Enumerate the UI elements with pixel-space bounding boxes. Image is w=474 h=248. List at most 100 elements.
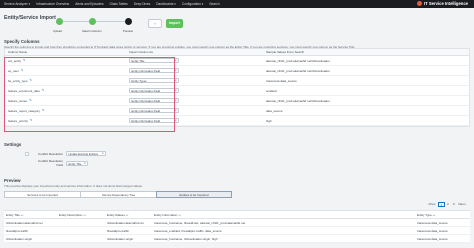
tab-entities-imported[interactable]: Entities to be Imported <box>156 191 232 198</box>
nav-infrastructure-overview[interactable]: Infrastructure Overview <box>36 2 69 6</box>
nav-glass-tables[interactable]: Glass Tables <box>110 2 128 6</box>
pencil-icon[interactable]: ✎ <box>30 78 33 82</box>
tab-services-imported[interactable]: Services to be Imported <box>4 191 80 198</box>
step-preview-dot <box>125 18 132 25</box>
pager-page-1[interactable]: 1 <box>437 202 445 207</box>
header-spacer <box>205 211 415 218</box>
chevron-down-icon: ▾ <box>175 89 177 92</box>
pager-prev[interactable]: ‹ Prev <box>426 202 437 207</box>
pager-page-3[interactable]: 3 <box>451 202 456 207</box>
header-entity-title[interactable]: Entity Title▴▾ <box>4 211 57 218</box>
brand-logo-icon <box>417 1 422 6</box>
column-name: feature_enrolment_date <box>8 88 40 93</box>
conflict-field-select[interactable]: Entity Title ▾ <box>66 160 88 166</box>
conflict-resolution-select[interactable]: Update Existing Entities ▾ <box>66 151 106 156</box>
column-name: ent_entity <box>8 58 22 63</box>
wizard-steps: Upload Select Columns Preview <box>53 16 139 36</box>
nav-configuration[interactable]: Configuration ▾ <box>182 2 203 6</box>
import-as-select[interactable]: Entity Information Field ▾ <box>129 68 179 73</box>
header-import-as: Import Column As <box>129 49 153 54</box>
table-row: feature_priority ✎ Entity Information Fie… <box>5 116 469 126</box>
pencil-icon[interactable]: ✎ <box>23 58 26 62</box>
sort-icon: ▴▾ <box>125 214 129 217</box>
chevron-down-icon: ▾ <box>175 59 177 62</box>
import-as-value: Entity Types <box>131 79 147 83</box>
tab-service-dependency-tree[interactable]: Service Dependency Tree <box>80 191 156 198</box>
import-as-value: Entity Information Field <box>131 109 161 113</box>
brand: IT Service Intelligence <box>417 1 468 6</box>
entity-information: traceroute_hostname, firewall-dst, akama… <box>154 221 246 225</box>
entity-title: cfdownloader.akamaihd.net <box>6 221 43 225</box>
entity-aliases: firewallpro-traffic <box>107 229 129 233</box>
conflict-resolution-value: Update Existing Entities <box>68 152 99 156</box>
columns-table: Column Name Import Column As Sample Valu… <box>4 48 470 127</box>
entity-type: traceroute:data_source <box>417 229 448 233</box>
entity-type: traceroute:data_source <box>417 221 448 225</box>
sample-value: akamai_cfn01_prod.akamaihd.net/cfdownloa… <box>266 59 330 63</box>
table-row: feature_report_category ✎ Entity Informat… <box>5 106 469 116</box>
import-as-value: Entity Information Field <box>131 69 161 73</box>
conflict-resolution-checkbox[interactable] <box>25 151 29 156</box>
import-button[interactable]: Import <box>166 19 183 28</box>
import-as-value: Entity Information Field <box>131 119 161 123</box>
specify-columns-title: Specify Columns <box>4 39 40 44</box>
pencil-icon[interactable]: ✎ <box>29 98 32 102</box>
entity-title: firewallpro-traffic <box>6 229 28 233</box>
step-select-columns-dot <box>89 18 96 25</box>
entity-aliases: cfdownloader.akamaihd.net <box>107 221 144 225</box>
import-as-value: Entity Information Field <box>131 99 161 103</box>
step-upload-dot <box>56 18 63 25</box>
pencil-icon[interactable]: ✎ <box>42 88 45 92</box>
preview-description: This preview displays your imported enti… <box>4 184 143 188</box>
pager-next[interactable]: Next › <box>457 202 468 207</box>
import-as-select[interactable]: Entity Information Field ▾ <box>129 98 179 103</box>
previous-button[interactable]: ‹ <box>148 19 162 28</box>
pencil-icon[interactable]: ✎ <box>21 68 24 72</box>
header-entity-information[interactable]: Entity Information▴▾ <box>152 211 205 218</box>
sort-icon: ▴▾ <box>178 214 181 217</box>
preview-table-header: Entity Title▴▾ Entity Description▴▾ Enti… <box>4 211 470 219</box>
conflict-field-label: Conflict Resolution Field <box>37 159 63 167</box>
pager-page-2[interactable]: 2 <box>446 202 451 207</box>
import-as-select[interactable]: Entity Information Field ▾ <box>129 88 179 93</box>
sample-value: data_source <box>266 109 283 113</box>
chevron-down-icon: ▾ <box>175 79 177 82</box>
table-row: feature_enrolment_date ✎ Entity Informati… <box>5 86 469 96</box>
sample-value: enabled <box>266 89 277 93</box>
import-as-select[interactable]: Entity Information Field ▾ <box>129 118 179 123</box>
import-as-select[interactable]: Entity Information Field ▾ <box>129 108 179 113</box>
import-as-select[interactable]: Entity Types ▾ <box>129 78 179 83</box>
header-entity-type[interactable]: Entity Type▴▾ <box>415 211 470 218</box>
conflict-field-value: Entity Title <box>68 161 82 166</box>
import-as-select[interactable]: Entity Title ▾ <box>129 58 179 63</box>
sample-value: akamai_cfn01_prod.akamaihd.net/cfdownloa… <box>266 69 330 73</box>
chevron-down-icon: ▾ <box>175 99 177 102</box>
nav-deep-dives[interactable]: Deep Dives <box>134 2 150 6</box>
table-row: ent_entity ✎ Entity Title ▾ akamai_cfn01_p… <box>5 56 469 66</box>
nav-search[interactable]: Search <box>209 2 219 6</box>
entity-type: traceroute:data_source <box>417 237 448 241</box>
steps-line <box>61 21 131 22</box>
sort-icon: ▴▾ <box>432 214 436 217</box>
top-nav: Service Analyzer ▾ Infrastructure Overvi… <box>0 0 474 8</box>
pencil-icon[interactable]: ✎ <box>30 118 33 122</box>
sort-icon: ▴▾ <box>20 214 24 217</box>
pencil-icon[interactable]: ✎ <box>42 108 45 112</box>
nav-alerts-episodes[interactable]: Alerts and Episodes <box>75 2 103 6</box>
columns-table-header: Column Name Import Column As Sample Valu… <box>5 49 469 56</box>
chevron-down-icon: ▾ <box>84 161 86 165</box>
sample-value: akamai_cfn01_prod.akamaihd.net/cfdownloa… <box>266 99 330 103</box>
conflict-field-row: Conflict Resolution Field Entity Title ▾ <box>25 159 88 167</box>
sample-value: high <box>266 119 272 123</box>
column-name: bp_entity_type <box>8 78 28 83</box>
sort-icon: ▴▾ <box>83 214 86 217</box>
sample-value: traceroute:data_source <box>266 79 297 83</box>
header-entity-description[interactable]: Entity Description▴▾ <box>57 211 105 218</box>
nav-dashboards[interactable]: Dashboards ▾ <box>156 2 176 6</box>
header-entity-aliases[interactable]: Entity Aliases▴▾ <box>105 211 152 218</box>
preview-title: Preview <box>4 178 21 183</box>
chevron-down-icon: ▾ <box>102 152 104 155</box>
table-row: cfdownloader-origin cfdownloader-origin … <box>4 235 470 243</box>
nav-service-analyzer[interactable]: Service Analyzer ▾ <box>4 2 30 6</box>
chevron-down-icon: ▾ <box>175 119 177 122</box>
